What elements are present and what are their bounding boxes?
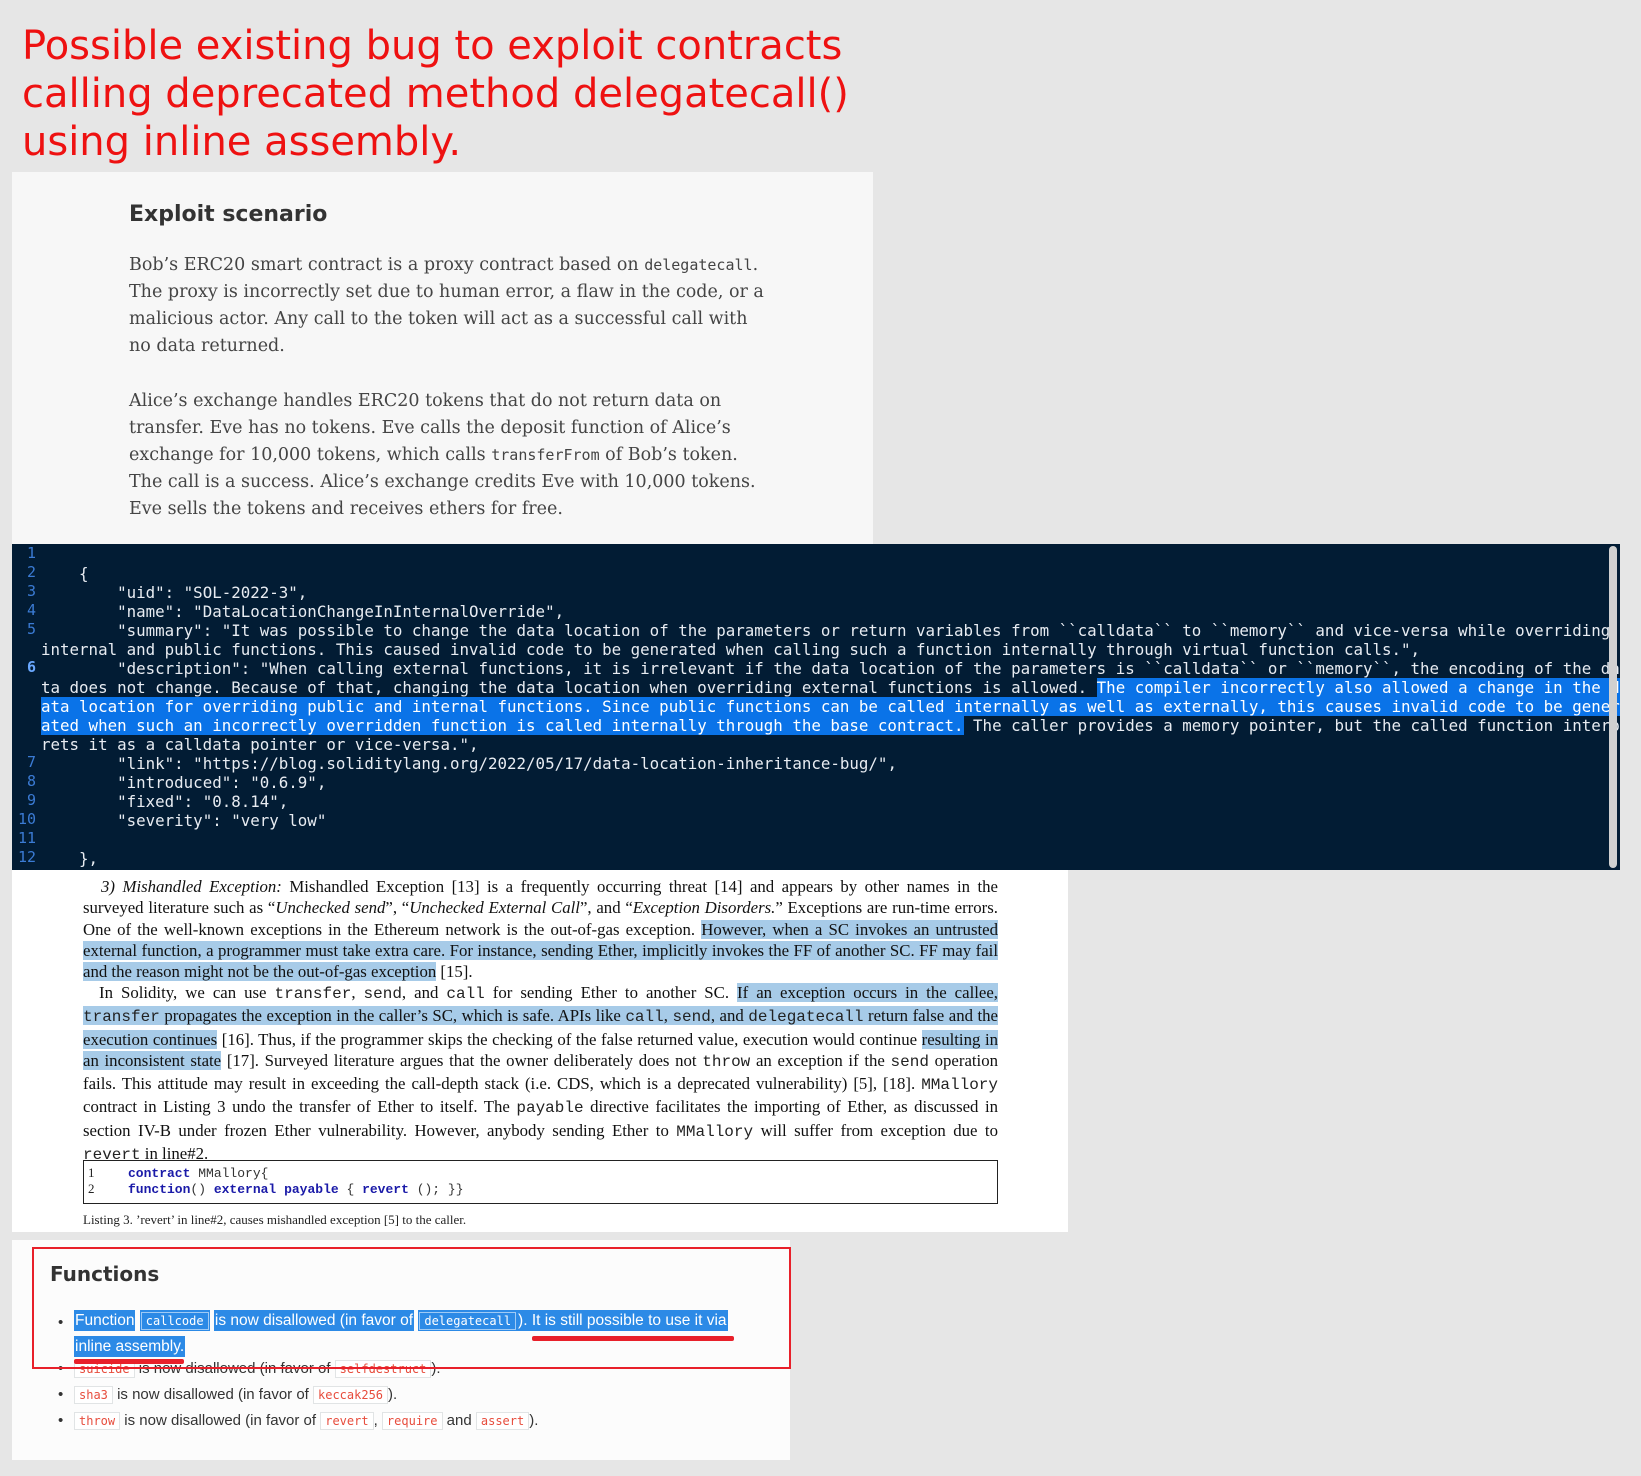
bullet: • — [58, 1386, 64, 1403]
inline-code: require — [381, 1412, 443, 1430]
line-number: 9 — [26, 791, 36, 809]
bullet: • — [58, 1412, 64, 1429]
code-editor[interactable]: 1 2 3 4 5 6 7 8 9 10 11 12 { "uid": "SOL… — [12, 544, 1620, 870]
code-line: "uid": "SOL-2022-3", — [41, 583, 308, 602]
exploit-title: Exploit scenario — [129, 202, 328, 227]
line-number: 4 — [26, 601, 36, 619]
paper-excerpt: 3) Mishandled Exception: Mishandled Exce… — [12, 870, 1068, 1232]
code-line: "link": "https://blog.soliditylang.org/2… — [41, 754, 897, 773]
inline-code: throw — [74, 1412, 121, 1430]
code-line: }, — [41, 849, 99, 868]
inline-code: transferFrom — [491, 446, 600, 464]
code-line: "name": "DataLocationChangeInInternalOve… — [41, 602, 565, 621]
code-line: "severity": "very low" — [41, 811, 327, 830]
annotation-headline: Possible existing bug to exploit contrac… — [22, 23, 849, 165]
line-number: 2 — [26, 563, 36, 581]
code-line: "summary": "It was possible to change th… — [41, 621, 1611, 659]
line-number-active: 6 — [26, 658, 36, 676]
scrollbar[interactable] — [1609, 546, 1617, 868]
line-number: 10 — [17, 810, 36, 828]
exploit-scenario-panel: Exploit scenario Bob’s ERC20 smart contr… — [12, 172, 873, 544]
inline-code: assert — [475, 1412, 530, 1430]
inline-code: revert — [320, 1412, 374, 1430]
inline-code: sha3 — [74, 1386, 113, 1404]
line-number: 1 — [26, 544, 36, 562]
code-listing: 1 contract MMallory{ 2 function() external… — [83, 1160, 998, 1204]
code-line: "description": "When calling external fu… — [41, 659, 1620, 754]
paper-paragraph-1: 3) Mishandled Exception: Mishandled Exce… — [83, 877, 998, 982]
annotation-underline — [74, 1359, 184, 1364]
line-number: 5 — [26, 620, 36, 638]
code-line: "fixed": "0.8.14", — [41, 792, 289, 811]
code-text[interactable]: { "uid": "SOL-2022-3", "name": "DataLoca… — [41, 564, 1620, 868]
annotation-red-box — [32, 1247, 791, 1369]
annotation-underline — [532, 1336, 734, 1341]
inline-code: keccak256 — [313, 1386, 389, 1404]
listing-caption: Listing 3. ’revert’ in line#2, causes mi… — [83, 1212, 467, 1227]
listing-line-2: 2 function() external payable { revert ()… — [88, 1181, 464, 1197]
line-number: 8 — [26, 772, 36, 790]
code-line: { — [41, 564, 89, 583]
listing-line-1: 1 contract MMallory{ — [88, 1165, 269, 1181]
line-number: 12 — [17, 848, 36, 866]
code-line: "introduced": "0.6.9", — [41, 773, 327, 792]
exploit-paragraph-2: Alice’s exchange handles ERC20 tokens th… — [129, 391, 756, 519]
line-number: 3 — [26, 582, 36, 600]
paper-paragraph-2: In Solidity, we can use transfer, send, … — [83, 983, 998, 1165]
inline-code: delegatecall — [644, 256, 753, 274]
line-number: 11 — [17, 829, 36, 847]
line-number: 7 — [26, 753, 36, 771]
exploit-paragraph-1: Bob’s ERC20 smart contract is a proxy co… — [129, 255, 764, 356]
